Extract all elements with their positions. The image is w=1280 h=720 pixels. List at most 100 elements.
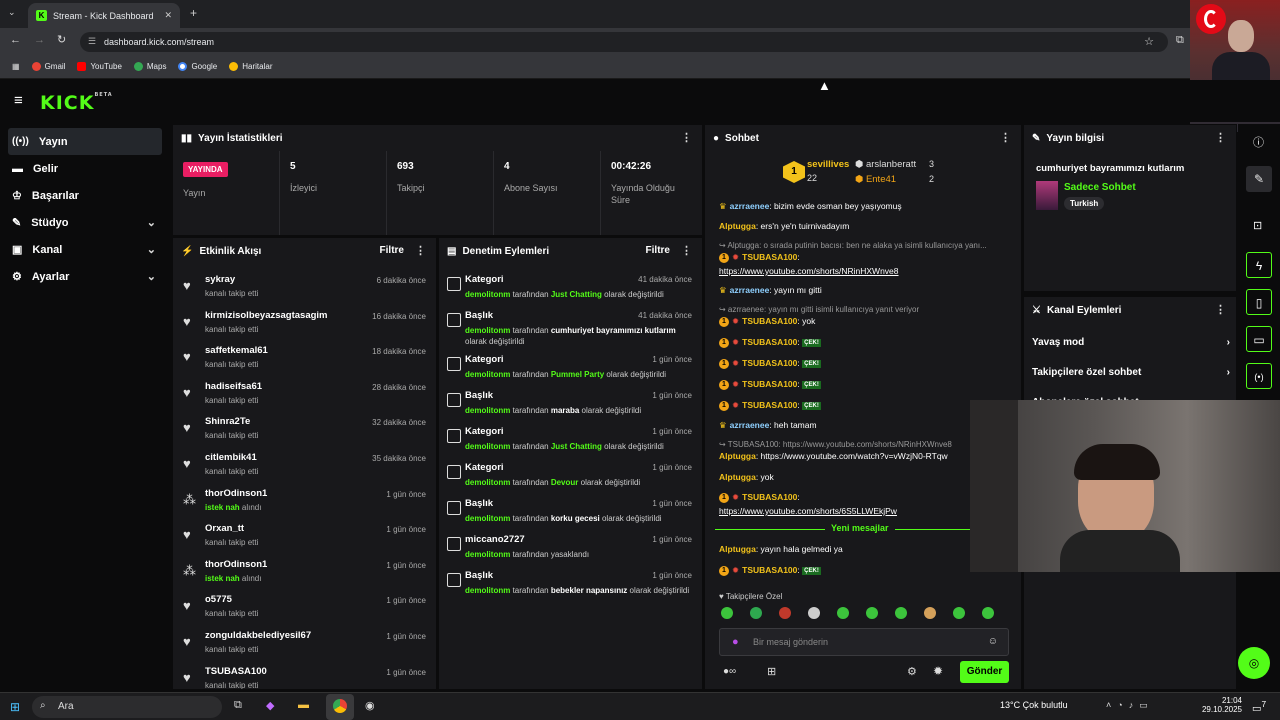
browser-tab[interactable]: K Stream - Kick Dashboard ✕ [28,3,180,28]
site-info-icon[interactable]: ☰ [88,36,96,47]
bookmark-maps[interactable]: Maps [133,62,166,71]
leader-3[interactable]: ⬢ Ente41 [855,174,896,185]
extensions-icon[interactable]: ⧉ [1176,34,1184,47]
activity-row[interactable]: ♥ kirmizisolbeyazsagtasagim kanalı takip… [173,308,436,344]
url-field[interactable]: ☰ dashboard.kick.com/stream ☆ [80,32,1168,52]
settings-gear-icon[interactable]: ⚙ [907,665,917,678]
copilot-icon[interactable]: ◆ [266,699,274,712]
task-view-icon[interactable]: ⧉ [234,699,242,712]
activity-row[interactable]: ♥ o5775 kanalı takip etti 1 gün önce [173,592,436,628]
kebab-menu-icon[interactable]: ⋮ [1215,131,1226,144]
bookmark-gmail[interactable]: Gmail [31,62,65,71]
bolt-icon[interactable]: ϟ [1246,252,1272,278]
notification-icon[interactable]: ▭7 [1252,699,1266,714]
forward-icon[interactable]: → [34,34,45,46]
bookmark-star-icon[interactable]: ☆ [1144,35,1154,48]
emote-icon[interactable] [808,607,820,619]
file-explorer-icon[interactable]: ▬ [298,699,309,711]
hamburger-menu-icon[interactable]: ≡ [14,92,23,109]
apps-grid-icon[interactable]: ▦ [12,62,20,71]
emote-icon[interactable] [924,607,936,619]
emote-icon[interactable] [953,607,965,619]
chat-message: 1 ✹ TSUBASA100: ÇEK! [719,358,821,369]
leader-name[interactable]: sevillives [807,159,849,170]
chat-link[interactable]: https://www.youtube.com/shorts/6S5LLWEkj… [719,506,897,516]
leader-2[interactable]: ⬢ arslanberatt [855,159,916,170]
stat-value: 00:42:26 [611,161,652,172]
bookmark-google[interactable]: Google [178,62,217,71]
emote-icon[interactable] [779,607,791,619]
bot-icon[interactable]: ✹ [933,664,943,678]
bookmark-haritalar[interactable]: Haritalar [229,62,272,71]
emoji-icon[interactable]: ☺ [988,636,998,647]
document-icon[interactable]: ▯ [1246,289,1272,315]
emote-icon[interactable] [837,607,849,619]
close-tab-icon[interactable]: ✕ [164,10,172,21]
chat-input[interactable]: ● Bir mesaj gönderin ☺ [719,628,1009,656]
activity-row[interactable]: ♥ saffetkemal61 kanalı takip etti 18 dak… [173,343,436,379]
chat-icon[interactable]: ▭ [1246,326,1272,352]
help-chat-icon[interactable]: ◎ [1238,647,1270,679]
panel-title: Yayın bilgisi [1046,132,1105,144]
broadcast-rail-icon[interactable]: (•) [1246,363,1272,389]
info-icon[interactable]: ⓘ [1253,134,1264,150]
activity-row[interactable]: ♥ zonguldakbelediyesil67 kanalı takip et… [173,628,436,664]
kebab-menu-icon[interactable]: ⋮ [1000,131,1011,144]
tab-list-icon[interactable]: ⌄ [8,7,16,18]
category-thumbnail [1036,181,1058,210]
chevron-down-icon: ⌄ [146,244,156,256]
clock[interactable]: 21:04 29.10.2025 [1198,696,1242,714]
sidebar-item-ayarlar[interactable]: ⚙ Ayarlar ⌄ [0,263,170,290]
category-link[interactable]: Sadece Sohbet [1064,182,1136,193]
emote-icon[interactable] [721,607,733,619]
chrome-taskbar-button[interactable] [326,694,354,720]
filter-button[interactable]: Filtre [646,245,670,256]
chat-reply-line: ↪ TSUBASA100: https://www.youtube.com/sh… [719,440,952,449]
gift-icon[interactable]: ⊞ [767,665,776,678]
microphone-icon[interactable]: ● [732,636,739,648]
activity-row[interactable]: ♥ sykray kanalı takip etti 6 dakika önce [173,272,436,308]
taskbar-search[interactable]: ⌕ Ara [32,696,222,718]
emote-icon[interactable] [895,607,907,619]
sidebar-item-kanal[interactable]: ▣ Kanal ⌄ [0,236,170,263]
target-icon[interactable]: ⊡ [1253,219,1262,232]
tray-icons[interactable]: ˄◔♪▭ [1106,700,1154,711]
send-button[interactable]: Gönder [960,661,1009,683]
kebab-menu-icon[interactable]: ⋮ [681,131,692,144]
chat-link[interactable]: https://www.youtube.com/shorts/NRinHXWnv… [719,266,899,276]
windows-start-icon[interactable]: ⊞ [10,700,20,714]
obs-icon[interactable]: ◉ [365,699,375,712]
activity-row[interactable]: ♥ TSUBASA100 kanalı takip etti 1 gün önc… [173,664,436,689]
kebab-menu-icon[interactable]: ⋮ [1215,303,1226,316]
activity-row[interactable]: ⁂ thorOdinson1 istek nah alındı 1 gün ön… [173,557,436,593]
sidebar-item-basarilar[interactable]: ♔ Başarılar [0,182,170,209]
activity-row[interactable]: ♥ citlembik41 kanalı takip etti 35 dakik… [173,450,436,486]
edit-icon[interactable]: ✎ [1246,166,1272,192]
activity-row[interactable]: ♥ Shinra2Te kanalı takip etti 32 dakika … [173,414,436,450]
activity-row[interactable]: ♥ hadiseifsa61 kanalı takip etti 28 daki… [173,379,436,415]
activity-row[interactable]: ⁂ thorOdinson1 istek nah alındı 1 gün ön… [173,486,436,522]
emote-icon[interactable] [750,607,762,619]
filter-button[interactable]: Filtre [380,245,404,256]
new-tab-icon[interactable]: + [190,6,197,20]
kebab-menu-icon[interactable]: ⋮ [415,244,426,257]
sidebar-item-gelir[interactable]: ▬ Gelir [0,155,170,182]
action-followers-only[interactable]: Takipçilere özel sohbet › [1032,367,1230,378]
emote-icon[interactable] [866,607,878,619]
kebab-menu-icon[interactable]: ⋮ [681,244,692,257]
back-icon[interactable]: ← [10,34,21,46]
kick-logo[interactable]: KICKBETA [40,92,113,114]
infinity-points-icon[interactable]: ●∞ [723,666,736,677]
action-slow-mode[interactable]: Yavaş mod › [1032,337,1230,348]
activity-time: 18 dakika önce [372,347,426,357]
reload-icon[interactable]: ↻ [57,33,66,46]
emote-icon[interactable] [982,607,994,619]
sidebar-item-yayin[interactable]: ((•)) Yayın [8,128,162,155]
activity-row[interactable]: ♥ Orxan_tt kanalı takip etti 1 gün önce [173,521,436,557]
sidebar-item-studyo[interactable]: ✎ Stüdyo ⌄ [0,209,170,236]
leader-name: Ente41 [865,174,897,185]
activity-time: 1 gün önce [386,667,426,677]
weather-widget[interactable]: 13°C Çok bulutlu [1000,700,1068,710]
bookmark-youtube[interactable]: YouTube [77,62,122,71]
chat-reply-line: ↪ Alptugga: o sırada putinin bacısı: ben… [719,241,987,250]
